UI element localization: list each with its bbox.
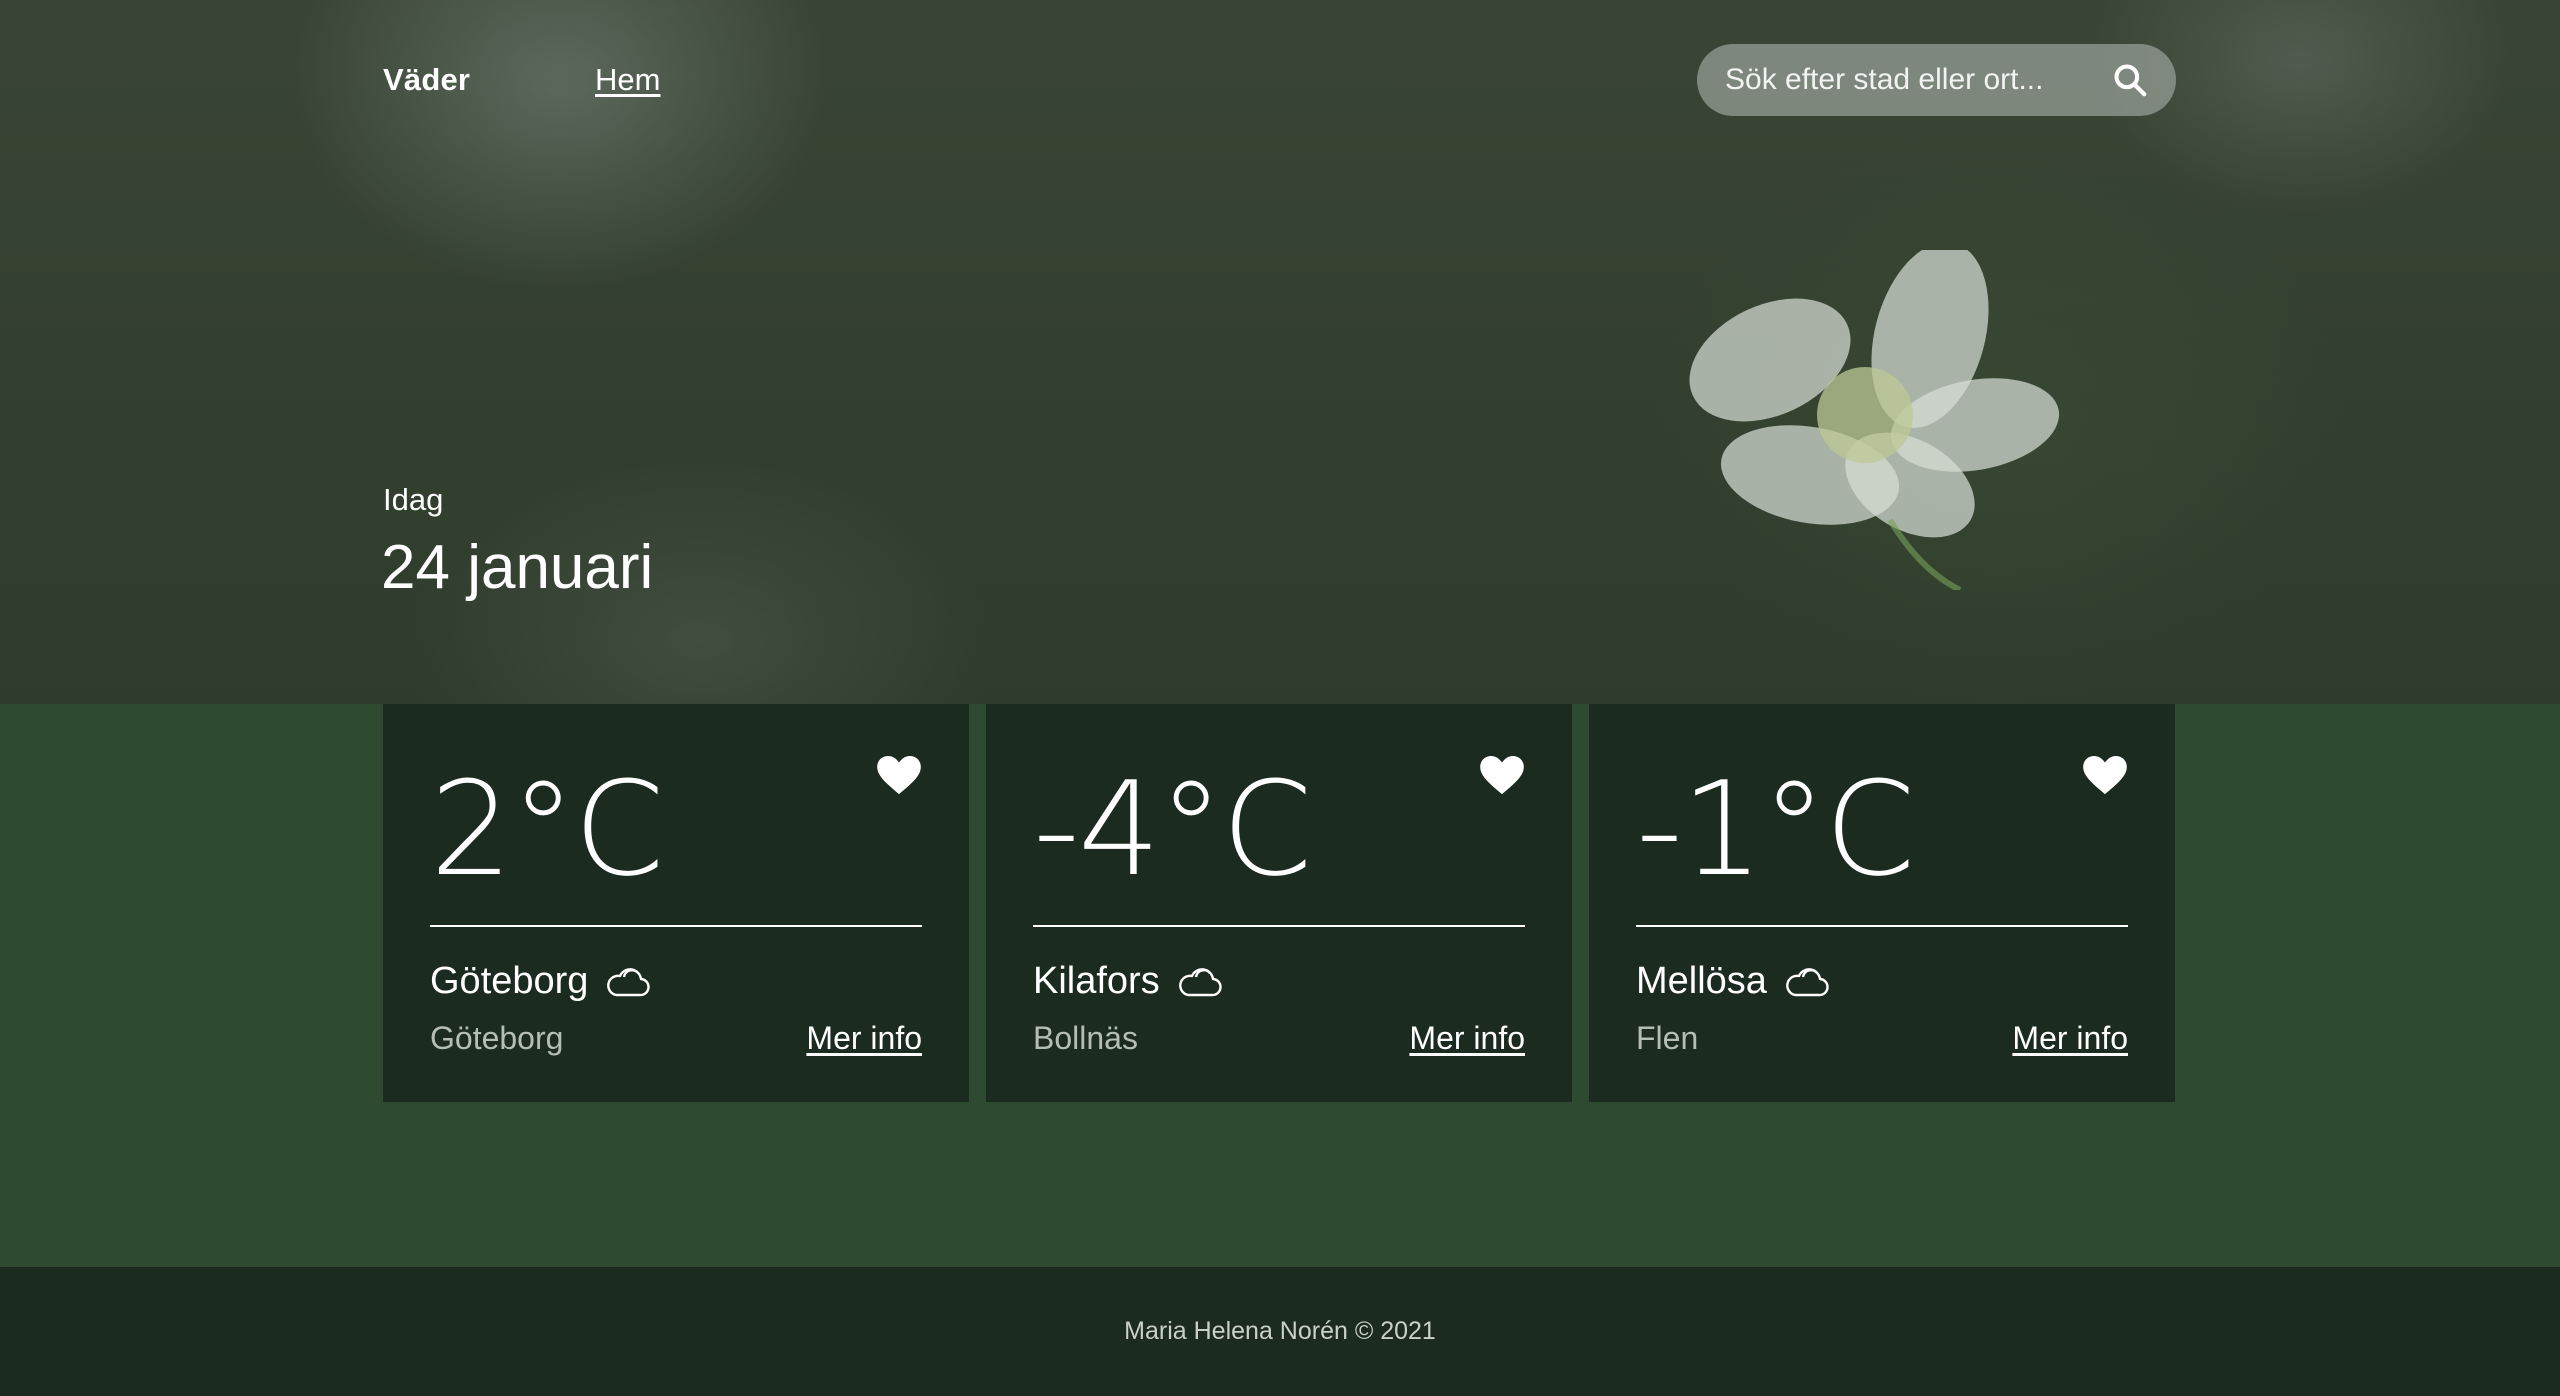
card-region: Bollnäs xyxy=(1033,1020,1138,1056)
hero-subtitle: Idag xyxy=(383,482,444,517)
search-input[interactable] xyxy=(1725,63,2111,97)
search-icon[interactable] xyxy=(2111,60,2149,100)
weather-card: -1°C Mellösa Flen Mer info xyxy=(1589,704,2175,1102)
card-city: Mellösa xyxy=(1636,960,1767,1002)
card-divider xyxy=(1636,925,2128,927)
card-region: Flen xyxy=(1636,1020,1699,1056)
card-city: Göteborg xyxy=(430,960,589,1002)
heart-icon[interactable] xyxy=(2083,756,2127,796)
weather-card: -4°C Kilafors Bollnäs Mer info xyxy=(986,704,1572,1102)
card-city-row: Mellösa xyxy=(1636,960,1829,1003)
card-city-row: Göteborg xyxy=(430,960,651,1003)
cloud-icon xyxy=(1178,967,1222,996)
card-divider xyxy=(1033,925,1525,927)
card-temperature: -1°C xyxy=(1636,753,1915,905)
flower-background-image xyxy=(1689,250,2060,590)
more-info-link[interactable]: Mer info xyxy=(1409,1020,1525,1057)
card-temperature: 2°C xyxy=(430,753,664,905)
card-city: Kilafors xyxy=(1033,960,1160,1002)
hero-date: 24 januari xyxy=(381,533,654,602)
weather-cards: 2°C Göteborg Göteborg Mer info -4°C Kila… xyxy=(383,704,2176,1102)
hero-section: Väder Hem Idag 24 januari xyxy=(0,0,2560,704)
cloud-icon xyxy=(1786,967,1829,996)
card-region: Göteborg xyxy=(430,1020,564,1056)
heart-icon[interactable] xyxy=(1480,756,1524,796)
card-city-row: Kilafors xyxy=(1033,960,1222,1003)
cloud-icon xyxy=(607,967,651,996)
footer: Maria Helena Norén © 2021 xyxy=(0,1267,2560,1396)
heart-icon[interactable] xyxy=(877,756,921,796)
nav-link-home[interactable]: Hem xyxy=(595,62,660,98)
footer-copyright: Maria Helena Norén © 2021 xyxy=(1124,1317,1436,1345)
card-temperature: -4°C xyxy=(1033,753,1312,905)
brand-title: Väder xyxy=(383,62,471,97)
search-bar xyxy=(1697,44,2176,116)
card-divider xyxy=(430,925,922,927)
weather-card: 2°C Göteborg Göteborg Mer info xyxy=(383,704,969,1102)
more-info-link[interactable]: Mer info xyxy=(2012,1020,2128,1057)
more-info-link[interactable]: Mer info xyxy=(806,1020,922,1057)
